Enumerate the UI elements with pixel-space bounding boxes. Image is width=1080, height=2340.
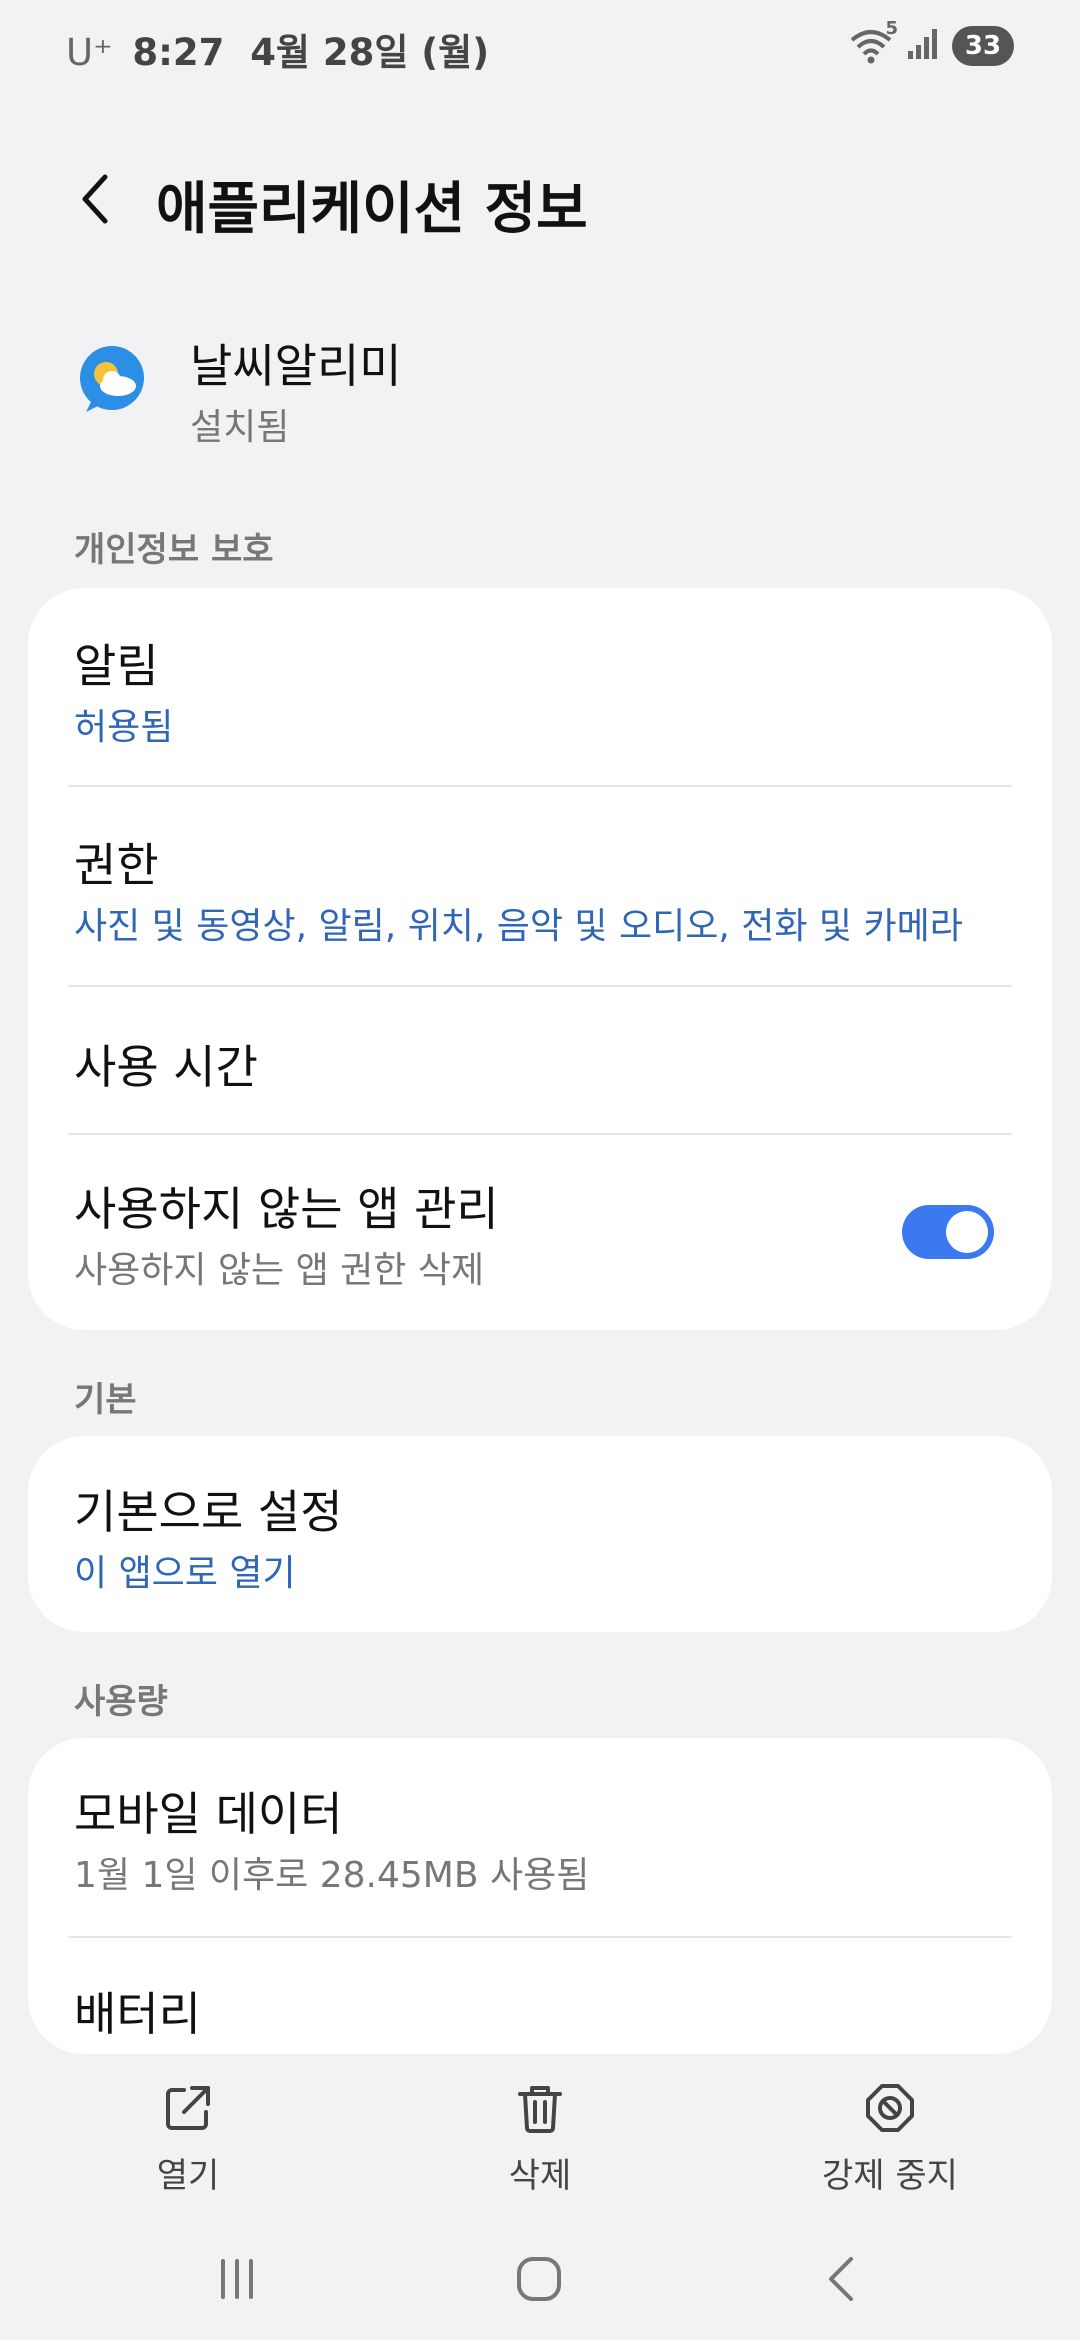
unused-apps-description: 사용하지 않는 앱 권한 삭제 (74, 1250, 485, 1291)
privacy-card: 알림 허용됨 권한 사진 및 동영상, 알림, 위치, 음악 및 오디오, 전화… (28, 588, 1052, 1330)
recent-apps-icon (221, 2259, 253, 2299)
mobile-data-row[interactable]: 모바일 데이터 1월 1일 이후로 28.45MB 사용됨 (28, 1738, 1052, 1936)
status-right: 5 33 (848, 18, 1014, 66)
toggle-knob (946, 1211, 988, 1253)
notifications-row[interactable]: 알림 허용됨 (28, 588, 1052, 786)
back-button[interactable] (60, 164, 130, 234)
section-title-privacy: 개인정보 보호 (74, 530, 274, 570)
mobile-data-value: 1월 1일 이후로 28.45MB 사용됨 (74, 1855, 590, 1896)
system-navigation-bar (0, 2220, 1080, 2340)
uninstall-label: 삭제 (508, 2156, 572, 2196)
section-title-usage: 사용량 (74, 1682, 168, 1722)
carrier-label: U⁺ (66, 31, 113, 74)
battery-row[interactable]: 배터리 (28, 1938, 1052, 2054)
set-default-value: 이 앱으로 열기 (74, 1553, 296, 1594)
recent-apps-button[interactable] (192, 2244, 282, 2314)
battery-indicator: 33 (952, 26, 1014, 66)
battery-label: 배터리 (74, 1987, 201, 2041)
signal-icon (906, 27, 940, 65)
unused-apps-label: 사용하지 않는 앱 관리 (74, 1182, 499, 1236)
set-default-row[interactable]: 기본으로 설정 이 앱으로 열기 (28, 1436, 1052, 1632)
unused-apps-toggle[interactable] (902, 1205, 994, 1259)
force-stop-button[interactable]: 강제 중지 (770, 2070, 1010, 2210)
mobile-data-label: 모바일 데이터 (74, 1787, 343, 1841)
screen-time-row[interactable]: 사용 시간 (28, 987, 1052, 1133)
chevron-left-icon (82, 174, 108, 224)
uninstall-button[interactable]: 삭제 (420, 2070, 660, 2210)
page-title: 애플리케이션 정보 (156, 177, 588, 242)
set-default-label: 기본으로 설정 (74, 1485, 343, 1539)
section-title-defaults: 기본 (74, 1380, 137, 1420)
app-bar: 애플리케이션 정보 (0, 150, 1080, 250)
app-summary: 날씨알리미 설치됨 (0, 320, 1080, 460)
home-icon (517, 2257, 561, 2301)
trash-icon (512, 2080, 568, 2136)
status-date: 4월 28일 (월) (250, 31, 490, 74)
force-stop-label: 강제 중지 (822, 2156, 958, 2196)
back-arrow-icon (829, 2257, 853, 2301)
permissions-row[interactable]: 권한 사진 및 동영상, 알림, 위치, 음악 및 오디오, 전화 및 카메라 (28, 787, 1052, 985)
open-external-icon (160, 2080, 216, 2136)
app-name: 날씨알리미 (190, 339, 402, 393)
open-button[interactable]: 열기 (68, 2070, 308, 2210)
usage-card: 모바일 데이터 1월 1일 이후로 28.45MB 사용됨 배터리 (28, 1738, 1052, 2054)
screen-time-label: 사용 시간 (74, 1040, 258, 1094)
permissions-label: 권한 (74, 838, 159, 892)
status-time: 8:27 (132, 31, 225, 74)
home-button[interactable] (494, 2244, 584, 2314)
bottom-action-bar: 열기 삭제 강제 중지 (0, 2070, 1080, 2210)
wifi-icon: 5 (848, 18, 898, 66)
system-back-button[interactable] (796, 2244, 886, 2314)
open-label: 열기 (156, 2156, 220, 2196)
app-install-status: 설치됨 (190, 407, 290, 448)
weather-app-icon (76, 344, 148, 416)
block-icon (862, 2080, 918, 2136)
defaults-card: 기본으로 설정 이 앱으로 열기 (28, 1436, 1052, 1632)
notifications-value: 허용됨 (74, 707, 174, 748)
status-bar: U⁺ 8:27 4월 28일 (월) 5 33 (0, 0, 1080, 100)
notifications-label: 알림 (74, 639, 159, 693)
network-type: 5 (885, 18, 898, 39)
status-left: U⁺ 8:27 4월 28일 (월) (66, 22, 489, 76)
permissions-value: 사진 및 동영상, 알림, 위치, 음악 및 오디오, 전화 및 카메라 (74, 906, 963, 947)
unused-apps-row[interactable]: 사용하지 않는 앱 관리 사용하지 않는 앱 권한 삭제 (28, 1135, 1052, 1330)
